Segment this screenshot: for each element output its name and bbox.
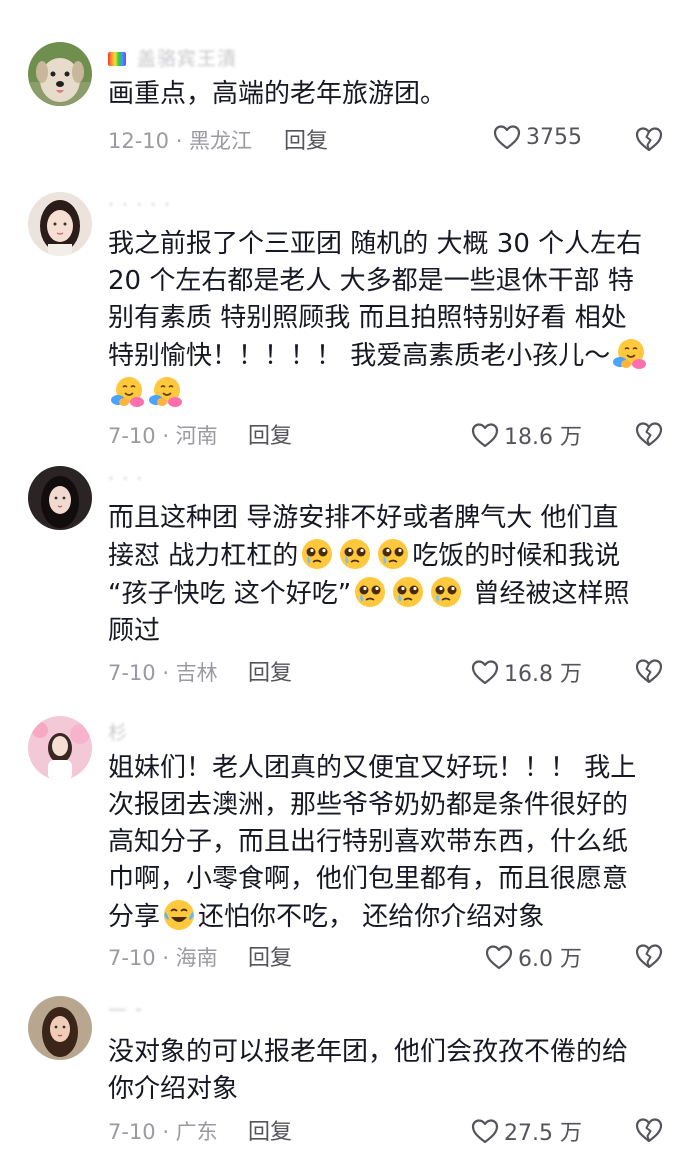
comment-date-location: 7-10 · 广东 (108, 1120, 218, 1144)
pleading-face-emoji (353, 575, 387, 609)
like-count: 6.0 万 (518, 947, 582, 972)
dog-avatar-icon (28, 42, 92, 106)
reply-button[interactable]: 回复 (248, 1114, 292, 1146)
rainbow-badge-icon (108, 52, 126, 66)
username[interactable]: · · · · · (108, 194, 171, 216)
avatar[interactable] (28, 42, 92, 106)
girl-avatar-icon (28, 996, 92, 1060)
comment-text: 姐妹们！老人团真的又便宜又好玩！！！ 我上 次报团去澳洲，那些爷爷奶奶都是条件很… (108, 753, 637, 932)
comment-text: 我之前报了个三亚团 随机的 大概 30 个人左右 20 个左右都是老人 大多都是… (108, 226, 668, 413)
username[interactable]: 盖骆宾王漬 (108, 44, 237, 71)
broken-heart-icon[interactable] (635, 1117, 663, 1143)
avatar[interactable] (28, 716, 92, 780)
heart-outline-icon (471, 659, 499, 685)
like-button[interactable]: 18.6 万 (471, 419, 582, 451)
like-count: 27.5 万 (504, 1121, 582, 1146)
pleading-face-emoji (376, 537, 410, 571)
pleading-face-emoji (429, 575, 463, 609)
crying-laughing-emoji (162, 898, 196, 932)
broken-heart-icon[interactable] (635, 658, 663, 684)
comment-meta: 7-10 · 吉林 回复 (108, 653, 668, 687)
girl-avatar-icon (28, 466, 92, 530)
username[interactable]: 杉 (108, 718, 128, 745)
avatar[interactable] (28, 192, 92, 256)
comment-meta: 7-10 · 海南 回复 (108, 938, 668, 972)
avatar[interactable] (28, 996, 92, 1060)
comment-date-location: 7-10 · 海南 (108, 946, 218, 970)
username[interactable]: — - (108, 998, 143, 1020)
comment-meta: 12-10 · 黑龙江 回复 (108, 121, 668, 155)
reply-button[interactable]: 回复 (248, 418, 292, 450)
comment-date-location: 7-10 · 河南 (108, 424, 218, 448)
comment-text: 而且这种团 导游安排不好或者脾气大 他们直 接怼 战力杠杠的 吃饭的时候和我说 “… (108, 503, 630, 646)
hugging-face-emoji (110, 375, 144, 409)
like-button[interactable]: 3755 (493, 124, 582, 150)
heart-outline-icon (471, 1118, 499, 1144)
like-button[interactable]: 16.8 万 (471, 656, 582, 688)
hugging-face-emoji (612, 337, 646, 371)
comment-date-location: 12-10 · 黑龙江 (108, 129, 253, 153)
like-count: 3755 (526, 124, 582, 150)
girl-avatar-icon (28, 716, 92, 780)
reply-button[interactable]: 回复 (248, 655, 292, 687)
girl-avatar-icon (28, 192, 92, 256)
broken-heart-icon[interactable] (635, 126, 663, 152)
reply-button[interactable]: 回复 (284, 123, 328, 155)
broken-heart-icon[interactable] (635, 943, 663, 969)
pleading-face-emoji (338, 537, 372, 571)
comment-text: 画重点，高端的老年旅游团。 (108, 79, 447, 109)
username[interactable]: · · · (108, 468, 143, 490)
hugging-face-emoji (148, 375, 182, 409)
heart-outline-icon (471, 422, 499, 448)
like-button[interactable]: 27.5 万 (471, 1115, 582, 1147)
broken-heart-icon[interactable] (635, 421, 663, 447)
pleading-face-emoji (300, 537, 334, 571)
like-button[interactable]: 6.0 万 (485, 941, 582, 973)
comment-text: 没对象的可以报老年团，他们会孜孜不倦的给 你介绍对象 (108, 1037, 629, 1104)
comment-meta: 7-10 · 广东 回复 (108, 1112, 668, 1146)
pleading-face-emoji (391, 575, 425, 609)
avatar[interactable] (28, 466, 92, 530)
comment-meta: 7-10 · 河南 回复 (108, 416, 668, 450)
heart-outline-icon (485, 944, 513, 970)
comment-date-location: 7-10 · 吉林 (108, 661, 218, 685)
like-count: 18.6 万 (504, 425, 582, 450)
like-count: 16.8 万 (504, 662, 582, 687)
reply-button[interactable]: 回复 (248, 940, 292, 972)
heart-outline-icon (493, 124, 521, 150)
